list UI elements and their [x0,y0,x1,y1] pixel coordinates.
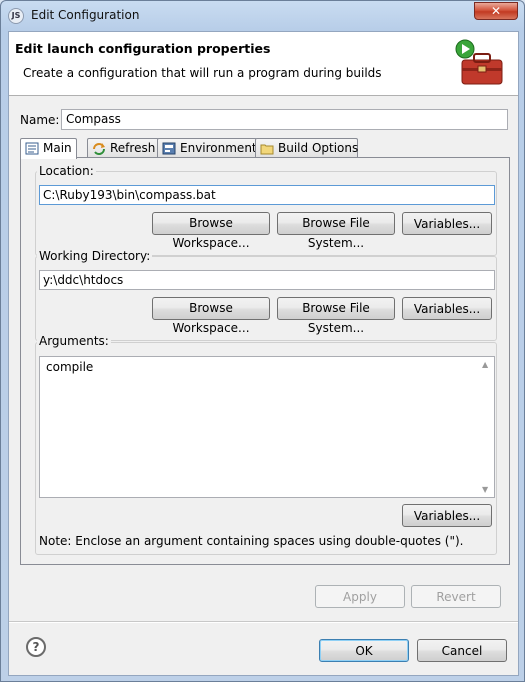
working-directory-variables-button[interactable]: Variables... [402,297,492,320]
revert-button[interactable]: Revert [411,585,501,608]
arguments-textarea[interactable]: compile ▲ ▼ [39,356,495,498]
working-directory-field[interactable]: y:\ddc\htdocs [39,270,495,290]
scroll-up-icon[interactable]: ▲ [482,360,488,369]
tab-main[interactable]: Main [20,138,77,159]
close-button[interactable]: ✕ [474,2,518,20]
arguments-text: compile [46,360,94,374]
dialog-window: JS Edit Configuration ✕ Edit launch conf… [0,0,525,682]
apply-button[interactable]: Apply [315,585,405,608]
app-icon: JS [8,8,24,24]
help-icon[interactable]: ? [26,637,46,657]
header-title: Edit launch configuration properties [15,41,271,56]
working-directory-browse-file-system-button[interactable]: Browse File System... [277,297,395,335]
environment-icon [162,142,176,155]
location-label: Location: [37,164,96,178]
tab-environment-label: Environment [180,141,257,155]
separator [9,621,518,623]
header-description: Create a configuration that will run a p… [23,66,382,80]
tab-environment[interactable]: Environment [157,138,257,158]
location-variables-button[interactable]: Variables... [402,212,492,235]
name-label: Name: [20,113,60,127]
arguments-note: Note: Enclose an argument containing spa… [39,534,464,548]
tab-refresh[interactable]: Refresh [87,138,159,158]
dialog-header: Edit launch configuration properties Cre… [9,32,518,96]
window-title: Edit Configuration [31,8,140,22]
cancel-button[interactable]: Cancel [417,639,507,662]
tab-main-label: Main [43,141,72,155]
tab-build-options-label: Build Options [278,141,359,155]
folder-icon [260,144,274,155]
arguments-scrollbar[interactable]: ▲ ▼ [479,357,494,497]
title-bar[interactable]: JS Edit Configuration ✕ [1,1,524,31]
location-field[interactable]: C:\Ruby193\bin\compass.bat [39,185,495,205]
working-directory-label: Working Directory: [37,249,153,263]
tab-build-options[interactable]: Build Options [255,138,358,158]
main-tab-icon [25,142,39,155]
refresh-icon [93,143,105,155]
arguments-label: Arguments: [37,334,111,348]
location-browse-workspace-button[interactable]: Browse Workspace... [152,212,270,250]
scroll-down-icon[interactable]: ▼ [482,485,488,494]
location-browse-file-system-button[interactable]: Browse File System... [277,212,395,250]
toolbox-run-icon [455,39,503,85]
tab-refresh-label: Refresh [110,141,156,155]
ok-button[interactable]: OK [319,639,409,662]
working-directory-browse-workspace-button[interactable]: Browse Workspace... [152,297,270,335]
arguments-variables-button[interactable]: Variables... [402,504,492,527]
dialog-content: Edit launch configuration properties Cre… [8,31,519,676]
name-input[interactable]: Compass [61,109,508,130]
main-tab-panel: Location: C:\Ruby193\bin\compass.bat Bro… [20,157,510,565]
